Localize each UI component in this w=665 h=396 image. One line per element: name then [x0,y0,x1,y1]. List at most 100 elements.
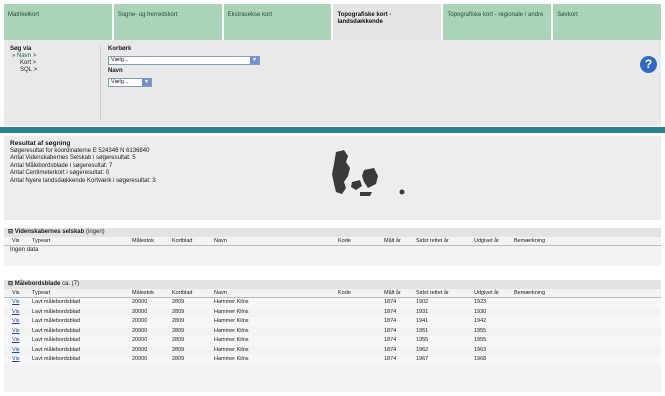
tab-topografiske-regionale[interactable]: Topografiske kort - regionale / andre [443,4,552,40]
search-option-sql[interactable]: SQL > [10,67,37,74]
col-udgivet: Udgivet år [474,290,500,296]
cell-sidst-rettet: 1951 [416,327,429,334]
cell-malestok: 20000 [132,337,148,343]
map-lolland [360,192,372,196]
cell-udgivet: 1955 [474,337,487,343]
chevron-down-icon: ▼ [250,57,259,64]
cell-kortblad: 2809 [172,356,185,362]
cell-malestok: 20000 [132,308,148,315]
cell-typeart: Lavt målebordsblad [32,318,81,324]
map-jutland [332,150,350,194]
cell-udgivet: 1955 [474,327,487,334]
help-icon[interactable]: ? [640,56,657,73]
view-link[interactable]: Vis [12,337,20,343]
result-line: Antal Målebordsblade i søgeresultat: 7 [10,162,113,169]
korbork-select[interactable]: Vælg... ▼ [108,56,260,65]
col-bemaerkning: Bemærkning [514,238,546,244]
cell-udgivet: 1930 [474,308,487,315]
cell-typeart: Lavt målebordsblad [32,327,81,334]
cell-malt-ar: 1874 [384,337,397,343]
empty-message: Ingen data [10,247,39,253]
tab-matrikelkort[interactable]: Matrikelkort [4,4,112,40]
result-summary: Resultat af søgning Søgeresultat for koo… [10,140,156,185]
section-title[interactable]: ⊟ Målebordsblade ca. (7) [4,280,661,289]
result-line: Søgeresultat for koordinaterne E 524346 … [10,147,150,154]
col-kortblad: Kortblad [172,238,193,244]
cell-navn: Hammer Kilns [214,299,249,305]
view-link[interactable]: Vis [12,328,20,334]
cell-kortblad: 2809 [172,318,185,324]
view-link[interactable]: Vis [12,318,20,324]
cell-udgivet: 1923 [474,299,487,305]
search-panel: Søg via » Navn > Kort > SQL > Korbørk Væ… [4,40,661,126]
table-header: Vis Typeart Målestok Kortblad Navn Kode … [4,289,661,298]
result-line: Antal Centimeterkort i søgeresultat: 0 [10,170,110,176]
panel-divider [100,46,101,120]
chevron-down-icon: ▼ [142,79,151,86]
view-link[interactable]: Vis [12,299,20,305]
tab-sovkort[interactable]: Søvkort [553,4,661,40]
accent-bar [0,127,665,133]
result-title: Resultat af søgning [10,140,71,147]
cell-malt-ar: 1874 [384,356,397,362]
cell-sidst-rettet: 1962 [416,346,429,353]
col-typeart: Typeart [32,290,51,296]
tab-topografiske-landsdaekkende[interactable]: Topografiske kort - landsdækkende [333,4,442,40]
tab-bar: Matrikelkort Sogne- og herredskort Ekstr… [4,4,661,40]
col-udgivet: Udgivet år [474,238,500,244]
cell-malt-ar: 1874 [384,318,397,324]
table-row: Vis Lavt målebordsblad 20000 2809 Hammer… [4,327,661,337]
tab-sogne-herredskort[interactable]: Sogne- og herredskort [113,4,222,40]
cell-sidst-rettet: 1931 [416,308,429,315]
search-method-title: Søg via [10,46,32,52]
navn-select[interactable]: Vælg... ▼ [108,78,152,87]
view-link[interactable]: Vis [12,356,20,362]
col-navn: Navn [214,290,227,296]
cell-udgivet: 1968 [474,356,487,362]
result-panel: Resultat af søgning Søgeresultat for koo… [4,136,661,220]
cell-udgivet: 1942 [474,318,487,324]
navn-select-value: Vælg... [111,79,129,85]
col-kode: Kode [338,238,351,244]
cell-malt-ar: 1874 [384,299,397,305]
col-vis: Vis [12,238,20,244]
table-body: Vis Lavt målebordsblad 20000 2809 Hammer… [4,298,661,365]
search-option-navn[interactable]: » Navn > [10,53,37,60]
korbork-select-value: Vælg... [111,57,129,63]
tab-ekstrasekse-kort[interactable]: Ekstrasekse kort [223,4,332,40]
table-row: Vis Lavt målebordsblad 20000 2809 Hammer… [4,346,661,356]
map-funen [351,180,362,190]
col-sidst-rettet: Sidst rettet år [416,238,449,244]
col-malestok: Målestok [132,290,155,296]
table-header: Vis Typeart Målestok Kortblad Navn Kode … [4,237,661,246]
col-navn: Navn [214,238,227,244]
cell-sidst-rettet: 1902 [416,299,429,305]
cell-navn: Hammer Kilns [214,356,249,362]
map-bornholm [399,189,405,195]
cell-typeart: Lavt målebordsblad [32,356,81,362]
cell-sidst-rettet: 1941 [416,318,429,324]
section-title[interactable]: ⊟ Videnskabernes selskab (ingen) [4,228,661,237]
col-sidst-rettet: Sidst rettet år [416,290,449,296]
col-malt-ar: Målt år [384,238,401,244]
cell-kortblad: 2809 [172,308,185,315]
cell-navn: Hammer Kilns [214,337,249,343]
col-kortblad: Kortblad [172,290,193,296]
cell-sidst-rettet: 1955 [416,337,429,343]
cell-typeart: Lavt målebordsblad [32,299,81,305]
cell-typeart: Lavt målebordsblad [32,308,81,315]
col-malt-ar: Målt år [384,290,401,296]
denmark-map [332,150,405,196]
col-bemaerkning: Bemærkning [514,290,546,296]
cell-malt-ar: 1874 [384,308,397,315]
cell-malestok: 20000 [132,299,148,305]
col-typeart: Typeart [32,238,51,244]
view-link[interactable]: Vis [12,309,20,315]
search-method-list: Søg via » Navn > Kort > SQL > [10,46,37,74]
result-line: Antal Nyere landsdækkende Kortværk i søg… [10,177,156,184]
result-line: Antal Videnskabernes Selskab i søgeresul… [10,155,136,161]
cell-kortblad: 2809 [172,327,185,334]
view-link[interactable]: Vis [12,347,20,353]
search-option-kort[interactable]: Kort > [10,60,37,67]
cell-udgivet: 1963 [474,346,487,353]
